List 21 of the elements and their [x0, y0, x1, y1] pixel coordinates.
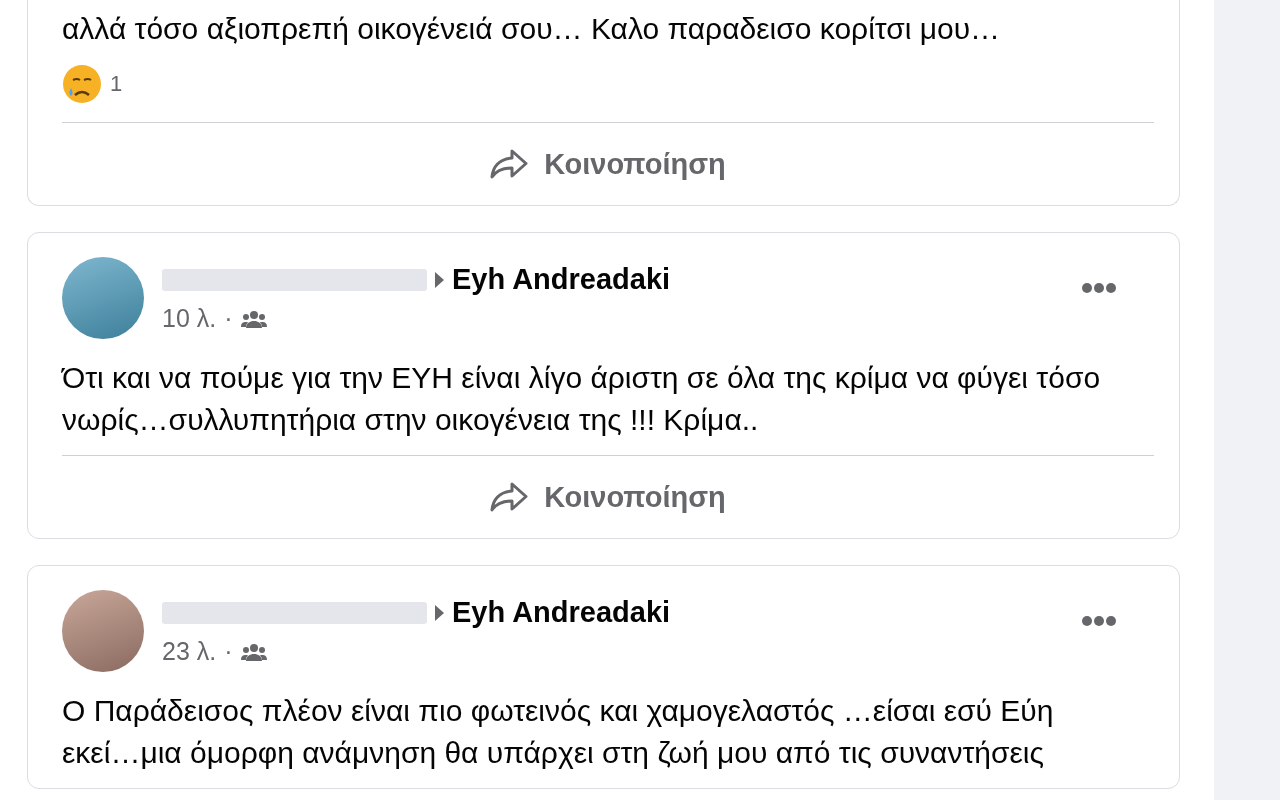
more-options-icon[interactable] — [1082, 616, 1116, 626]
post-time-link[interactable]: 23 λ. — [162, 637, 217, 666]
post-text: Ο Παράδεισος πλέον είναι πιο φωτεινός και χαμογελαστός …είσαι εσύ Εύη εκεί…μια όμορφη ανάμνηση θα υπάρχει στη ζωή μου από τις συναντήσεις — [62, 693, 1055, 771]
group-audience-icon — [240, 642, 267, 661]
share-button[interactable]: Κοινοποίηση — [62, 456, 1154, 538]
more-options-icon[interactable] — [1082, 283, 1116, 293]
group-name-link[interactable]: Eyh Andreadaki — [452, 263, 671, 296]
post-time-link[interactable]: 10 λ. — [162, 304, 217, 333]
share-button[interactable]: Κοινοποίηση — [62, 123, 1154, 205]
triangle-icon — [435, 604, 444, 621]
group-name-link[interactable]: Eyh Andreadaki — [452, 596, 671, 629]
group-audience-icon — [240, 309, 267, 328]
post-text: αλλά τόσο αξιοπρεπή οικογένειά σου… Καλο παραδεισο κορίτσι μου… — [62, 11, 1002, 47]
share-arrow-icon — [490, 481, 529, 513]
triangle-icon — [435, 271, 444, 288]
sad-face-icon[interactable] — [62, 64, 102, 104]
share-arrow-icon — [490, 148, 529, 180]
separator-dot: · — [224, 304, 233, 333]
separator-dot: · — [224, 637, 233, 666]
post-text: Ότι και να πούμε για την ΕΥΗ είναι λίγο άριστη σε όλα της κρίμα να φύγει τόσο νωρίς…συλλυπητήρια στην οικογένεια της !!! Κρίμα.. — [62, 360, 1102, 438]
reaction-count: 1 — [110, 71, 123, 97]
